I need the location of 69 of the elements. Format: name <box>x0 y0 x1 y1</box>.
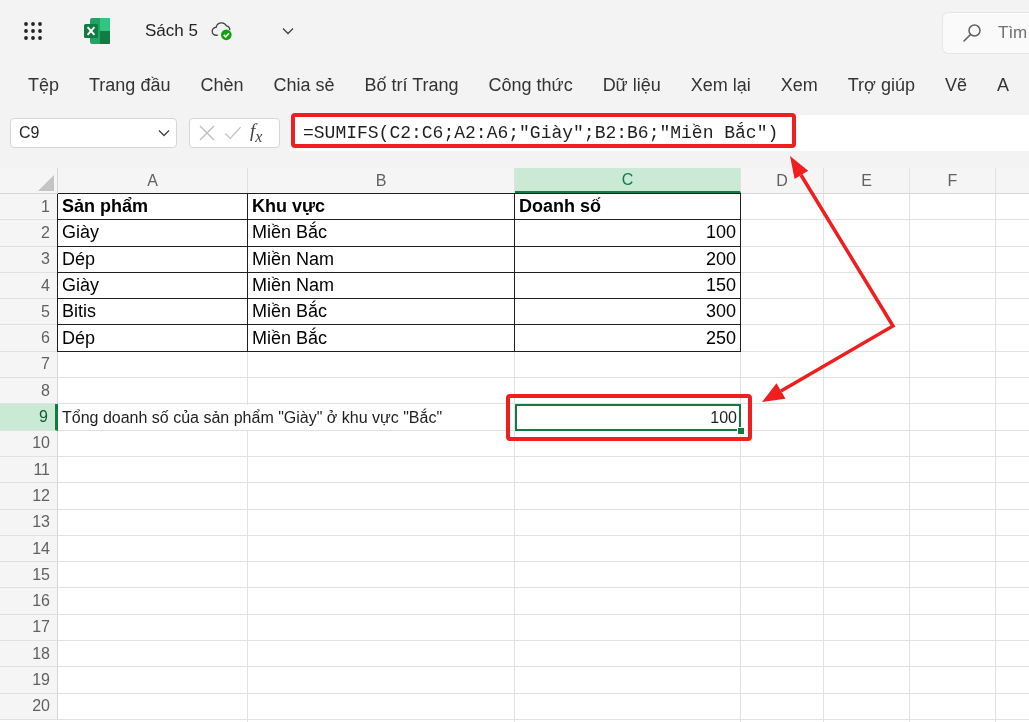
name-box[interactable]: C9 <box>10 118 177 148</box>
row-header[interactable]: 16 <box>0 588 58 615</box>
table-cell: Miền Bắc <box>248 220 515 247</box>
row-header[interactable]: 18 <box>0 641 58 668</box>
selected-cell[interactable]: 100 <box>515 404 741 431</box>
search-icon <box>962 23 982 43</box>
column-header[interactable]: F <box>910 168 996 193</box>
menu-item[interactable]: Xem lại <box>690 74 751 96</box>
formula-field[interactable]: =SUMIFS(C2:C6;A2:A6;"Giày";B2:B6;"Miền Bắc") <box>290 115 1029 151</box>
spreadsheet-logo-icon[interactable] <box>83 17 111 45</box>
document-title[interactable]: Sách 5 <box>145 21 198 41</box>
table-cell: Miền Nam <box>248 246 515 273</box>
table-cell: Miền Bắc <box>248 325 515 352</box>
table-cell: 150 <box>515 272 741 300</box>
table-cell: Miền Nam <box>248 272 515 300</box>
row-header[interactable]: 2 <box>0 220 58 247</box>
table-cell: 100 <box>515 220 741 247</box>
menu-item[interactable]: A <box>996 74 1009 96</box>
cell-number: 100 <box>710 408 737 427</box>
chevron-down-icon[interactable] <box>281 27 294 35</box>
fill-handle[interactable] <box>737 426 745 435</box>
table-cell: 200 <box>515 246 741 273</box>
function-button[interactable]: f$_{x}$ <box>250 121 263 145</box>
table-cell: Dép <box>58 325 248 352</box>
row-header[interactable]: 7 <box>0 351 58 379</box>
row-header[interactable]: 4 <box>0 272 58 300</box>
triangle-icon <box>38 175 54 191</box>
menu-item[interactable]: Công thức <box>488 74 573 96</box>
table-cell: Giày <box>58 272 248 300</box>
table-cell: Miền Bắc <box>248 299 515 326</box>
row-header[interactable]: 9 <box>0 404 58 431</box>
row-header[interactable]: 8 <box>0 378 58 405</box>
row-header[interactable]: 17 <box>0 614 58 642</box>
row-header[interactable]: 12 <box>0 483 58 510</box>
table-header-cell: Sản phẩm <box>58 194 248 221</box>
menu-item[interactable]: Bố trí Trang <box>364 74 459 96</box>
row-header[interactable]: 1 <box>0 194 58 221</box>
column-header[interactable]: C <box>515 168 741 193</box>
row-header[interactable]: 13 <box>0 509 58 536</box>
table-cell: Giày <box>58 220 248 247</box>
table-cell: 250 <box>515 325 741 352</box>
row-header[interactable]: 15 <box>0 562 58 589</box>
row-header[interactable]: 20 <box>0 693 58 720</box>
row-header[interactable]: 6 <box>0 325 58 352</box>
cell-text: Tổng doanh số của sản phẩm "Giày" ở khu vực "Bắc" <box>62 405 443 430</box>
dots-grid-icon[interactable] <box>24 22 42 40</box>
menu-item[interactable]: Tệp <box>28 74 60 96</box>
search-field[interactable]: Tìm <box>942 12 1029 54</box>
row-header[interactable]: 5 <box>0 299 58 326</box>
table-cell: Bitis <box>58 299 248 326</box>
table-header-cell: Khu vực <box>248 194 515 221</box>
row-header[interactable]: 19 <box>0 667 58 694</box>
menu-item[interactable]: Trang đầu <box>89 74 171 96</box>
row-header[interactable]: 10 <box>0 430 58 457</box>
menu-item[interactable]: Trợ giúp <box>847 74 915 96</box>
column-header[interactable]: A <box>58 168 248 193</box>
row-header[interactable]: 3 <box>0 246 58 273</box>
table-cell: Dép <box>58 246 248 273</box>
menu-item[interactable]: Dữ liệu <box>602 74 661 96</box>
table-header-cell: Doanh số <box>515 194 741 221</box>
table-cell: 300 <box>515 299 741 326</box>
chevron-down-icon[interactable] <box>158 129 170 137</box>
row-header[interactable]: 14 <box>0 535 58 563</box>
menu-item[interactable]: Chia sẻ <box>273 74 335 96</box>
cloud-check-icon[interactable] <box>210 21 234 41</box>
menu-item[interactable]: Vẽ <box>944 74 967 96</box>
row-header[interactable]: 11 <box>0 456 58 484</box>
menu-item[interactable]: Chèn <box>200 74 244 96</box>
menu-item[interactable]: Xem <box>780 74 818 96</box>
